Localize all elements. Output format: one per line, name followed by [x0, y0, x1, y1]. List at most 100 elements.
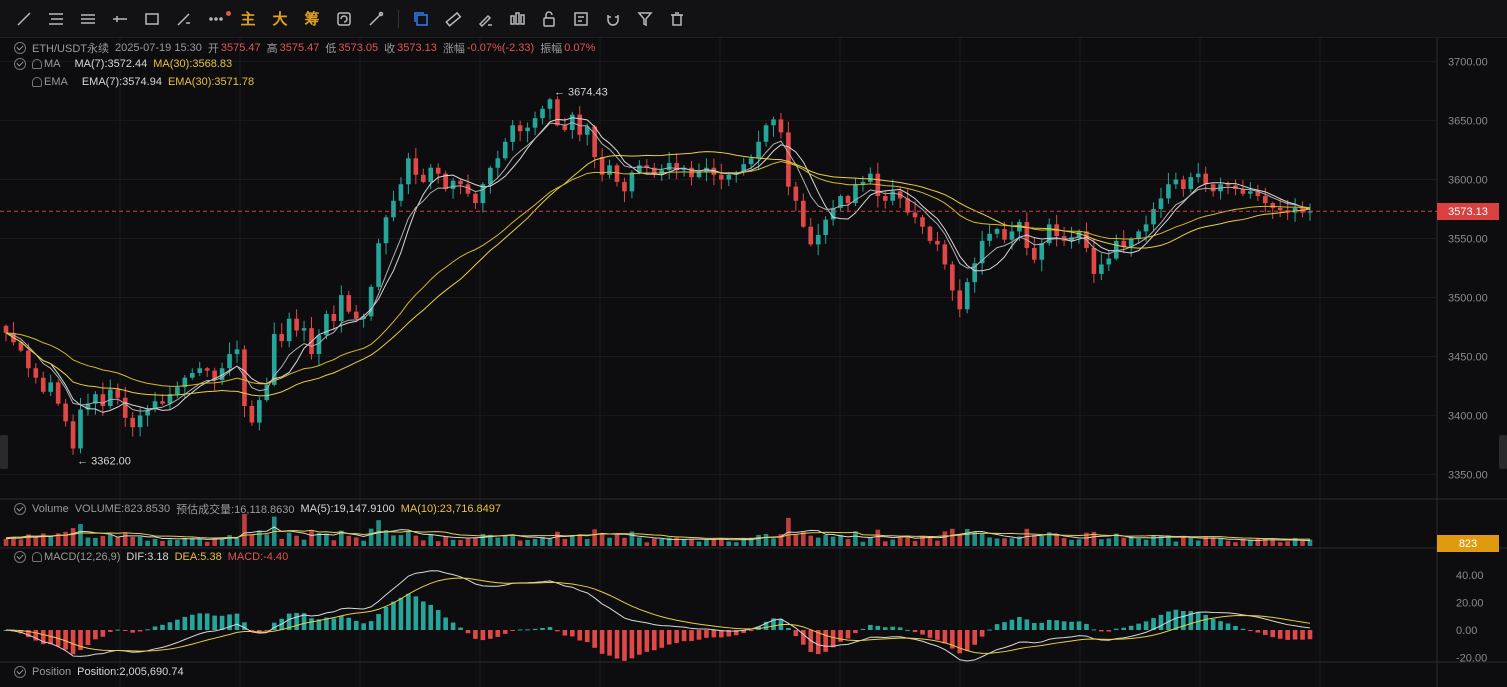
eye-icon[interactable] — [14, 551, 26, 563]
macd-histogram-bar — [1300, 630, 1305, 640]
volume-bar — [294, 535, 299, 546]
candle-body — [927, 226, 933, 241]
macd-histogram-bar — [443, 617, 448, 630]
candle-body — [406, 158, 411, 185]
datetime-label: 2025-07-19 15:30 — [115, 42, 202, 54]
bell-icon[interactable] — [32, 552, 42, 562]
candle-body — [778, 119, 784, 133]
volume-bar — [1054, 535, 1059, 546]
trend-line-icon[interactable] — [8, 0, 40, 38]
volume-bar — [569, 535, 575, 546]
macd-histogram-bar — [376, 614, 381, 630]
volume-bar — [1136, 538, 1141, 546]
volume-bar — [987, 537, 992, 546]
copy-icon[interactable] — [405, 0, 437, 38]
filter-icon[interactable] — [629, 0, 661, 38]
candle-body — [555, 99, 560, 126]
volume-bar — [1106, 538, 1112, 546]
replay-icon[interactable] — [328, 0, 360, 38]
eye-icon[interactable] — [14, 503, 26, 515]
candle-body — [1248, 191, 1253, 194]
candle-body — [279, 334, 285, 342]
brush-icon[interactable] — [168, 0, 200, 38]
macd-histogram-bar — [927, 630, 933, 638]
main-indicator-button[interactable]: 主 — [232, 0, 264, 38]
macd-histogram-bar — [339, 615, 344, 630]
parallel-channel-icon[interactable] — [72, 0, 104, 38]
left-collapse-handle[interactable] — [0, 435, 8, 469]
macd-histogram-bar — [957, 630, 963, 654]
macd-histogram-bar — [1046, 619, 1052, 630]
candle-body — [40, 377, 46, 392]
ruler-icon[interactable] — [437, 0, 469, 38]
chart-canvas[interactable]: 3700.00 3650.00 3600.00 3550.00 3500.00 3450.… — [0, 38, 1507, 687]
macd-histogram-bar — [93, 630, 98, 640]
bell-icon[interactable] — [32, 59, 42, 69]
volume-bar — [145, 540, 150, 546]
volume-bar — [510, 536, 516, 546]
volume-bar — [853, 531, 858, 546]
macd-histogram-bar — [823, 630, 828, 652]
macd-histogram-bar — [413, 596, 419, 630]
candle-body — [756, 141, 761, 159]
candle-body — [1262, 196, 1268, 204]
macd-histogram-bar — [108, 630, 113, 632]
volume-bar — [637, 537, 642, 546]
eye-icon[interactable] — [14, 666, 26, 678]
macd-value: MACD:-4.40 — [227, 551, 289, 563]
note-icon[interactable] — [565, 0, 597, 38]
volume-bar — [93, 537, 98, 546]
volume-bar — [160, 540, 165, 546]
macd-histogram-bar — [137, 630, 143, 632]
macd-histogram-bar — [577, 630, 583, 641]
candle-body — [823, 219, 828, 235]
trash-icon[interactable] — [661, 0, 693, 38]
candle-body — [271, 334, 277, 385]
candle-body — [562, 125, 568, 130]
macd-histogram-bar — [868, 624, 873, 630]
lock-icon[interactable] — [533, 0, 565, 38]
candle-body — [1031, 247, 1037, 260]
macd-histogram-bar — [1128, 625, 1134, 630]
volume-bar — [979, 532, 985, 546]
volume-value: VOLUME:823.8530 — [74, 503, 171, 515]
macd-histogram-bar — [1054, 620, 1059, 630]
volume-bar — [547, 538, 553, 546]
macd-histogram-bar — [175, 619, 180, 630]
measure-icon[interactable] — [360, 0, 392, 38]
close-value: 3573.13 — [397, 42, 437, 54]
macd-histogram-bar — [145, 629, 150, 631]
candle-body — [1277, 207, 1283, 211]
horizontal-lines-icon[interactable] — [40, 0, 72, 38]
big-order-button[interactable]: 大 — [264, 0, 296, 38]
chip-distribution-button[interactable]: 筹 — [296, 0, 328, 38]
bar-pattern-icon[interactable] — [501, 0, 533, 38]
dif-value: DIF:3.18 — [126, 551, 169, 563]
chart-area[interactable]: 3700.00 3650.00 3600.00 3550.00 3500.00 3450.… — [0, 38, 1507, 687]
candle-body — [525, 127, 530, 132]
macd-histogram-bar — [1091, 629, 1097, 631]
candle-body — [726, 174, 732, 180]
macd-histogram-bar — [853, 630, 858, 634]
candle-body — [413, 158, 419, 175]
macd-histogram-bar — [1270, 630, 1276, 638]
macd-histogram-bar — [555, 630, 560, 632]
macd-histogram-bar — [115, 629, 121, 631]
volume-bar — [592, 529, 597, 546]
right-collapse-handle[interactable] — [1499, 435, 1507, 469]
eye-icon[interactable] — [14, 58, 26, 70]
horizontal-ray-icon[interactable] — [104, 0, 136, 38]
bell-icon[interactable] — [32, 77, 42, 87]
macd-histogram-bar — [666, 630, 672, 645]
more-icon[interactable] — [200, 0, 232, 38]
eye-icon[interactable] — [14, 42, 26, 54]
magnet-icon[interactable] — [597, 0, 629, 38]
macd-histogram-bar — [793, 630, 799, 636]
candle-body — [1173, 179, 1179, 185]
macd-histogram-bar — [629, 630, 635, 659]
pen-icon[interactable] — [469, 0, 501, 38]
macd-histogram-bar — [659, 630, 665, 648]
candle-body — [719, 174, 724, 180]
rectangle-icon[interactable] — [136, 0, 168, 38]
candle-body — [510, 125, 516, 142]
